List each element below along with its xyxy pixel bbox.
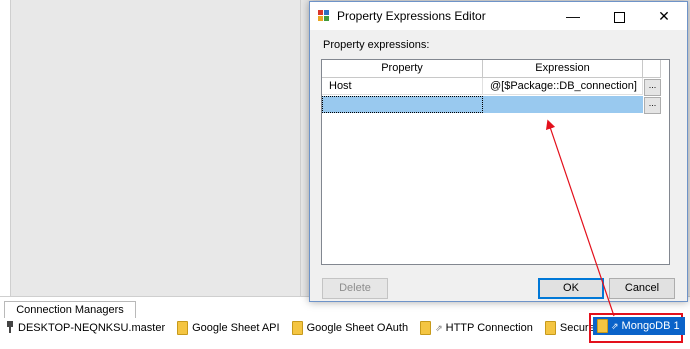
close-button[interactable]: ✕ <box>641 2 687 30</box>
maximize-button[interactable] <box>596 2 642 30</box>
connection-item-master[interactable]: DESKTOP-NEQNKSU.master <box>0 319 171 337</box>
connection-item-label: DESKTOP-NEQNKSU.master <box>18 322 166 334</box>
dialog-title: Property Expressions Editor <box>337 9 486 23</box>
property-expressions-label: Property expressions: <box>323 39 430 51</box>
folder-icon <box>544 321 556 335</box>
folder-icon <box>291 321 303 335</box>
property-expressions-dialog: Property Expressions Editor — ✕ Property… <box>309 1 688 302</box>
app-icon <box>318 10 330 22</box>
row-2-expression-builder-button[interactable]: ... <box>644 97 661 114</box>
column-header-button <box>643 60 661 78</box>
folder-icon <box>597 319 608 333</box>
connection-item-http[interactable]: ⇗ HTTP Connection <box>414 319 539 337</box>
left-strip <box>0 0 11 296</box>
property-expressions-grid[interactable]: Property Expression Host @[$Package::DB_… <box>321 59 670 265</box>
http-connection-icon: ⇗ <box>435 322 443 333</box>
dialog-titlebar[interactable]: Property Expressions Editor — ✕ <box>310 2 687 30</box>
column-header-expression[interactable]: Expression <box>483 60 643 78</box>
row-1-expression-builder-button[interactable]: ... <box>644 79 661 96</box>
folder-icon <box>177 321 189 335</box>
minimize-button[interactable]: — <box>550 2 596 30</box>
delete-button[interactable]: Delete <box>322 278 388 299</box>
connection-item-mongodb[interactable]: ⇗ MongoDB 1 <box>593 317 685 335</box>
left-panel <box>0 0 301 296</box>
row-2-expression-cell[interactable] <box>483 96 643 113</box>
row-2-property-cell[interactable] <box>322 96 483 113</box>
column-header-property[interactable]: Property <box>322 60 483 78</box>
connection-item-google-sheet-api[interactable]: Google Sheet API <box>171 319 285 337</box>
connection-item-google-sheet-oauth[interactable]: Google Sheet OAuth <box>286 319 415 337</box>
mongodb-icon: ⇗ <box>611 320 619 331</box>
connection-item-label: Google Sheet OAuth <box>306 322 409 334</box>
connection-managers-list: DESKTOP-NEQNKSU.master Google Sheet API … <box>0 318 690 338</box>
row-1-expression-cell[interactable]: @[$Package::DB_connection] <box>483 78 643 95</box>
ok-button[interactable]: OK <box>538 278 604 299</box>
connection-item-label: HTTP Connection <box>445 322 533 334</box>
connection-item-label: MongoDB 1 <box>621 320 680 332</box>
connection-managers-tab[interactable]: Connection Managers <box>4 301 136 318</box>
connection-item-label: Google Sheet API <box>192 322 280 334</box>
maximize-icon <box>613 11 625 23</box>
row-1-property-cell[interactable]: Host <box>322 78 483 95</box>
plug-icon <box>6 320 14 336</box>
cancel-button[interactable]: Cancel <box>609 278 675 299</box>
folder-icon <box>420 321 432 335</box>
